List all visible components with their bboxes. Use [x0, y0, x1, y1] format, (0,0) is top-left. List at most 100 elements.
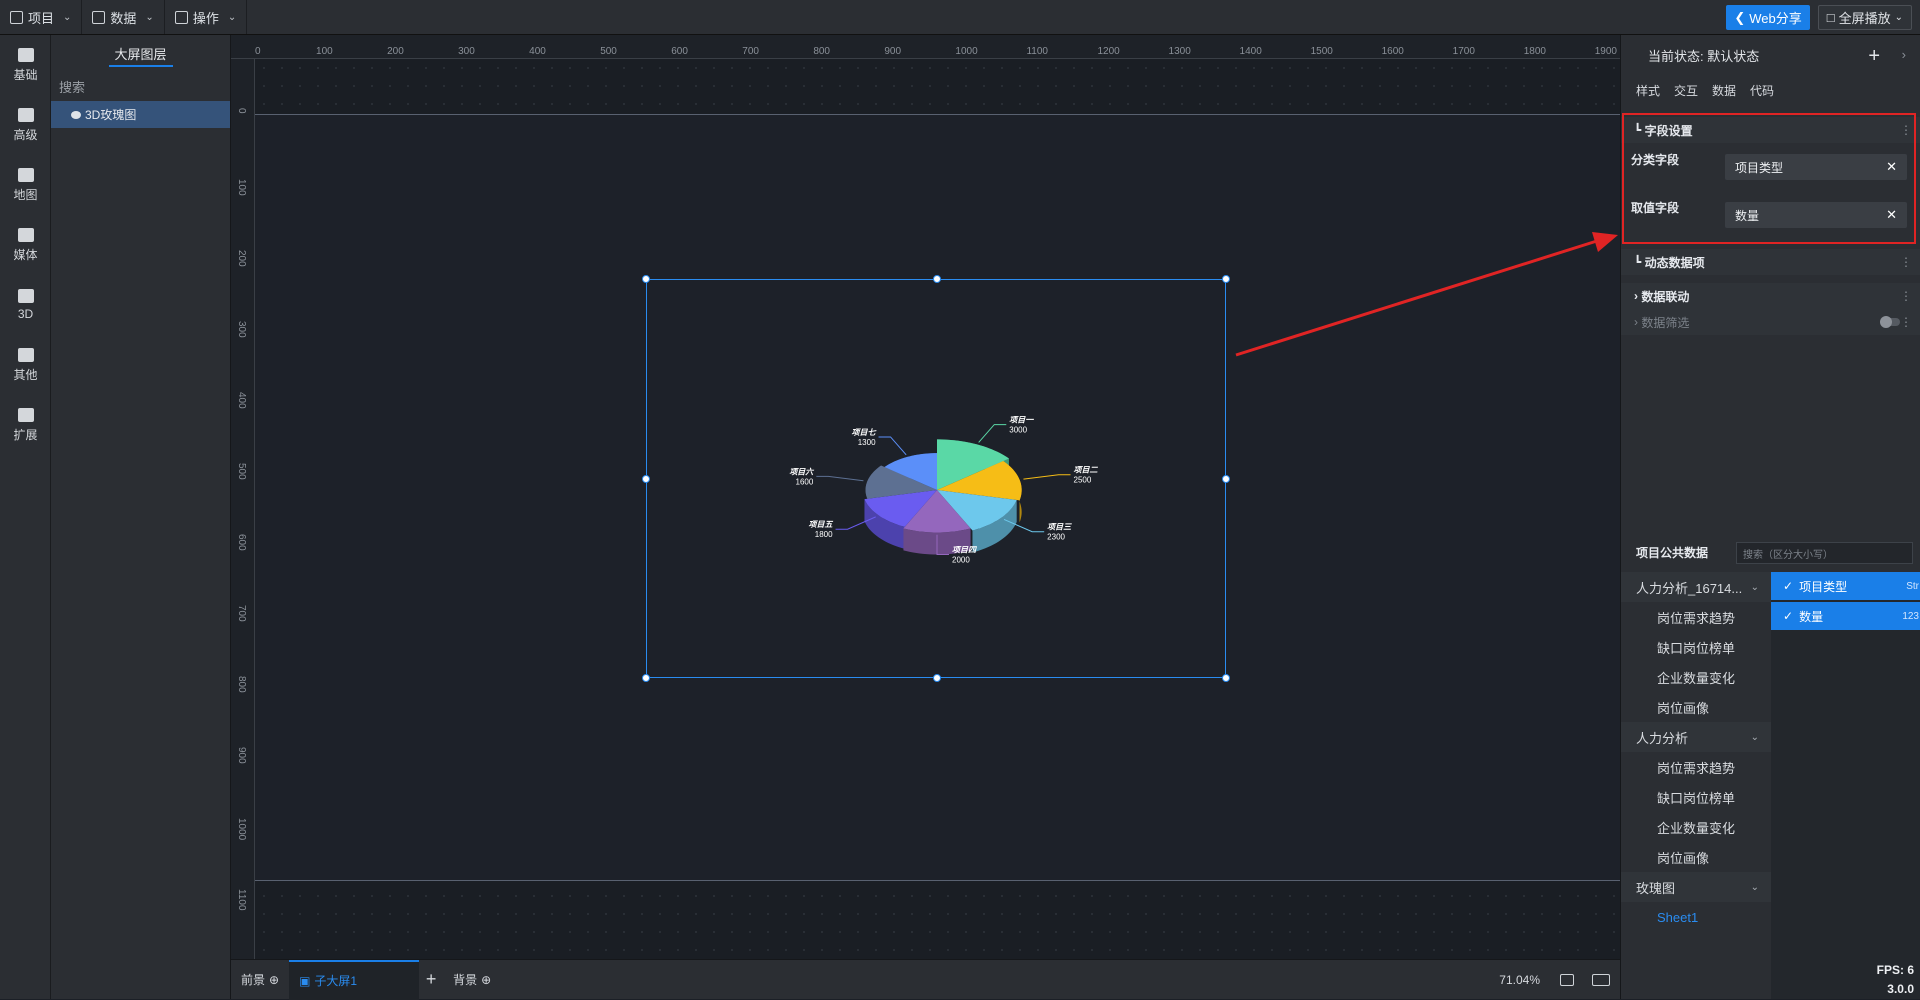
selected-component-frame[interactable]: 项目一 3000 项目二 2500 项目三 2300 项目四 2000 项目五 1800 项目六 16…: [642, 275, 1230, 682]
ruler-tick-label: 800: [813, 46, 830, 57]
resize-handle[interactable]: [642, 275, 650, 283]
resize-handle[interactable]: [1222, 475, 1230, 483]
ruler-tick-label: 300: [236, 321, 247, 338]
chevron-right-icon[interactable]: ›: [1902, 47, 1906, 62]
ruler-tick-label: 400: [236, 392, 247, 409]
more-icon[interactable]: ⋮: [1900, 289, 1912, 303]
section-dynamic-data[interactable]: ┗ 动态数据项 ⋮: [1621, 249, 1920, 275]
layer-item[interactable]: 3D玫瑰图: [51, 101, 230, 128]
tree-leaf[interactable]: 缺口岗位榜单: [1621, 632, 1771, 662]
filter-toggle[interactable]: [1880, 316, 1900, 328]
section-data-link[interactable]: › 数据联动 ⋮: [1621, 283, 1920, 309]
resize-handle[interactable]: [933, 674, 941, 682]
tree-leaf[interactable]: 岗位画像: [1621, 842, 1771, 872]
resize-handle[interactable]: [1222, 674, 1230, 682]
tree-leaf[interactable]: 企业数量变化: [1621, 812, 1771, 842]
ruler-tick-label: 600: [671, 46, 688, 57]
web-share-button[interactable]: ❮ Web分享: [1726, 5, 1810, 30]
big-screen[interactable]: 项目一 3000 项目二 2500 项目三 2300 项目四 2000 项目五 1800 项目六 16…: [255, 114, 1620, 881]
tab-code[interactable]: 代码: [1750, 82, 1774, 99]
tab-interaction[interactable]: 交互: [1674, 82, 1698, 99]
resize-handle[interactable]: [1222, 275, 1230, 283]
more-icon[interactable]: ⋮: [1900, 315, 1912, 329]
tree-leaf[interactable]: 缺口岗位榜单: [1621, 782, 1771, 812]
ruler-tick-label: 1300: [1168, 46, 1191, 57]
list-icon: [17, 347, 34, 362]
resize-handle[interactable]: [642, 475, 650, 483]
chevron-down-icon: ⌄: [1894, 12, 1903, 23]
tree-leaf-selected[interactable]: Sheet1: [1621, 902, 1771, 932]
resize-handle[interactable]: [642, 674, 650, 682]
canvas-area[interactable]: 项目一 3000 项目二 2500 项目三 2300 项目四 2000 项目五 1800 项目六 16…: [255, 59, 1620, 959]
tab-style[interactable]: 样式: [1636, 82, 1660, 99]
screen-icon: ▣: [299, 973, 311, 988]
add-circle-icon[interactable]: ⊕: [269, 973, 279, 987]
tree-group[interactable]: 玫瑰图 ⌄: [1621, 872, 1771, 902]
rail-item-advanced[interactable]: 高级: [0, 95, 51, 155]
check-icon: ✓: [1783, 579, 1794, 593]
add-state-button[interactable]: +: [1868, 45, 1880, 68]
tab-sub-screen[interactable]: ▣ 子大屏1: [289, 959, 420, 1000]
rose-label-name: 项目三: [1047, 523, 1072, 532]
field-item[interactable]: ✓ 项目类型 Str: [1771, 572, 1920, 600]
ruler-tick-label: 500: [600, 46, 617, 57]
fullscreen-play-button[interactable]: □ 全屏播放 ⌄: [1817, 5, 1912, 30]
ruler-tick-label: 1900: [1594, 46, 1617, 57]
rail-item-map[interactable]: 地图: [0, 155, 51, 215]
add-screen-button[interactable]: +: [419, 969, 443, 990]
rose-label-value: 1600: [796, 477, 814, 486]
grid-icon: [174, 10, 188, 24]
ruler-tick-label: 1000: [236, 818, 247, 841]
field-item[interactable]: ✓ 数量 123: [1771, 602, 1920, 630]
version-label: 3.0.0: [1887, 982, 1914, 996]
top-toolbar: 项目 ⌄ 数据 ⌄ 操作 ⌄ ❮ Web分享 □ 全屏播放 ⌄: [0, 0, 1920, 35]
collapse-icon: ┗: [1634, 255, 1645, 269]
tree-leaf[interactable]: 企业数量变化: [1621, 662, 1771, 692]
ruler-tick-label: 600: [236, 534, 247, 551]
tab-data[interactable]: 数据: [1712, 82, 1736, 99]
menu-project[interactable]: 项目 ⌄: [0, 0, 83, 34]
menu-operation[interactable]: 操作 ⌄: [165, 0, 248, 34]
database-icon: [92, 10, 106, 24]
tree-leaf[interactable]: 岗位需求趋势: [1621, 752, 1771, 782]
rail-item-extension[interactable]: 扩展: [0, 395, 51, 455]
rail-item-3d[interactable]: 3D: [0, 275, 51, 335]
section-data-filter[interactable]: › 数据筛选 ⋮: [1621, 309, 1920, 335]
tree-group[interactable]: 人力分析 ⌄: [1621, 722, 1771, 752]
rail-item-basic[interactable]: 基础: [0, 35, 51, 95]
rail-item-other[interactable]: 其他: [0, 335, 51, 395]
rose-label-value: 2500: [1074, 476, 1092, 485]
more-icon[interactable]: ⋮: [1900, 255, 1912, 269]
resize-handle[interactable]: [933, 275, 941, 283]
chevron-down-icon: ⌄: [1750, 881, 1759, 893]
zoom-level[interactable]: 71.04%: [1499, 973, 1540, 987]
chevron-down-icon: ⌄: [63, 11, 72, 23]
file-icon: [10, 10, 23, 24]
dataset-tree: 人力分析_16714... ⌄ 岗位需求趋势 缺口岗位榜单 企业数量变化 岗位画像…: [1621, 572, 1771, 999]
ruler-horizontal: 0 100 200 300 400 500 600 700 800 900 1000 1100 1200…: [231, 35, 1620, 59]
layers-panel: 大屏图层 搜索 3D玫瑰图: [51, 35, 231, 999]
menu-data[interactable]: 数据 ⌄: [82, 0, 165, 34]
component-rail: 基础 高级 地图 媒体 3D 其他 扩展: [0, 35, 51, 999]
tree-leaf[interactable]: 岗位画像: [1621, 692, 1771, 722]
layers-title[interactable]: 大屏图层: [51, 35, 230, 71]
add-circle-icon[interactable]: ⊕: [481, 973, 491, 987]
tree-group[interactable]: 人力分析_16714... ⌄: [1621, 572, 1771, 602]
bar-chart-icon: [17, 47, 34, 62]
rose-pie-chart[interactable]: 项目一3000 项目二2500 项目三2300 项目四2000 项目五1800 项目六16…: [647, 280, 1227, 679]
rail-item-media[interactable]: 媒体: [0, 215, 51, 275]
rose-label-name: 项目七: [852, 428, 877, 437]
tab-background[interactable]: 背景 ⊕: [443, 960, 501, 1000]
ruler-tick-label: 800: [236, 676, 247, 693]
fps-counter: FPS: 6: [1876, 963, 1914, 977]
tree-leaf[interactable]: 岗位需求趋势: [1621, 602, 1771, 632]
fit-screen-icon[interactable]: [1560, 973, 1574, 986]
property-tabs: 样式 交互 数据 代码: [1621, 75, 1920, 105]
media-icon: [17, 227, 34, 242]
keyboard-icon[interactable]: [1592, 973, 1610, 986]
public-data-search-input[interactable]: 搜索（区分大小写）: [1736, 542, 1913, 564]
ruler-tick-label: 0: [236, 108, 247, 114]
chevron-right-icon: ›: [1634, 289, 1642, 303]
tab-foreground[interactable]: 前景 ⊕: [231, 960, 289, 1000]
layers-search-input[interactable]: 搜索: [51, 71, 230, 101]
